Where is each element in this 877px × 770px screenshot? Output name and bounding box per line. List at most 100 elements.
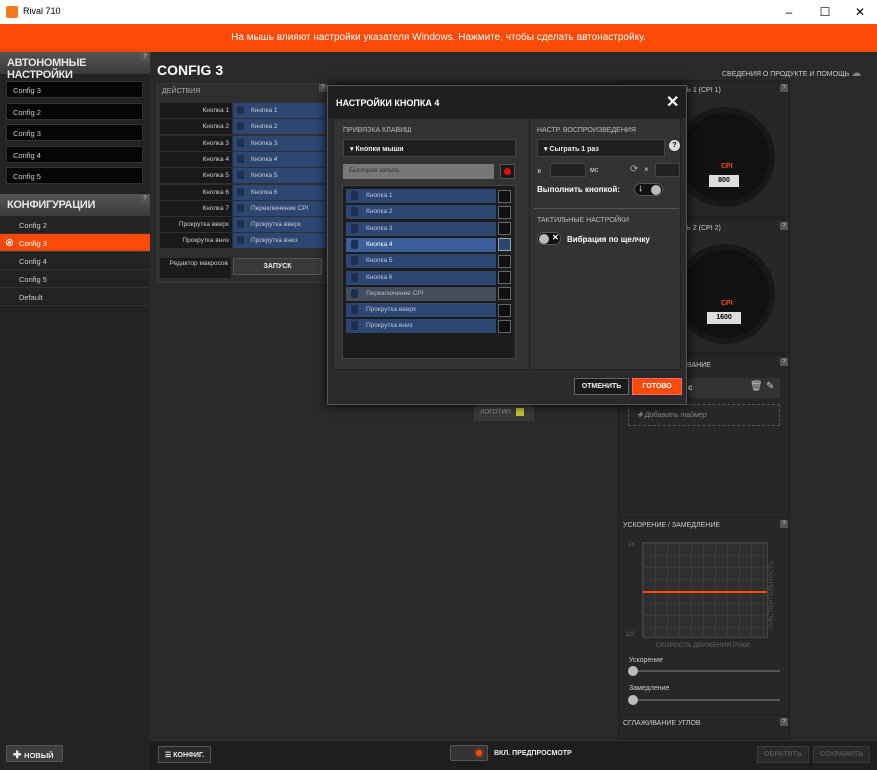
launch-button[interactable]: ЗАПУСК: [233, 258, 322, 275]
mouse-button-item[interactable]: Кнопка 1: [346, 189, 496, 203]
mouse-button-checkbox[interactable]: [498, 189, 511, 203]
action-row[interactable]: Кнопка 2 Кнопка 2: [160, 119, 326, 135]
config-item-label: Config 3: [19, 239, 47, 248]
mouse-button-item[interactable]: Кнопка 6: [346, 270, 496, 285]
graph-y-bottom: 1/2: [626, 632, 635, 638]
dialog-body: ПРИВЯЗКА КЛАВИШ ▾ Кнопки мыши Быстрая за…: [333, 118, 681, 370]
playback-value: Сыграть 1 раз: [549, 146, 599, 153]
new-config-button[interactable]: ✚ НОВЫЙ: [6, 745, 63, 762]
help-icon[interactable]: ?: [141, 53, 149, 61]
config-item[interactable]: Default: [0, 288, 150, 306]
action-binding[interactable]: Прокрутка вниз: [233, 233, 326, 249]
action-binding[interactable]: Кнопка 4: [233, 151, 326, 167]
cancel-button[interactable]: ОТМЕНИТЬ: [574, 378, 629, 395]
support-link[interactable]: СВЕДЕНИЯ О ПРОДУКТЕ И ПОМОЩЬ ☁: [722, 68, 861, 79]
cpi1-gauge[interactable]: CPI 800: [675, 107, 775, 207]
action-row[interactable]: Кнопка 4 Кнопка 4: [160, 151, 326, 167]
preview-toggle[interactable]: [450, 745, 488, 761]
action-binding[interactable]: Прокрутка вверх: [233, 217, 326, 233]
mouse-button-checkbox[interactable]: [498, 271, 511, 284]
angle-snap-panel: СГЛАЖИВАНИЕ УГЛОВ ?: [620, 716, 788, 738]
vibration-toggle[interactable]: ✕: [537, 232, 561, 245]
action-binding[interactable]: Кнопка 5: [233, 168, 326, 184]
help-icon[interactable]: ?: [780, 84, 788, 92]
edit-icon[interactable]: ✎: [766, 381, 774, 392]
action-binding[interactable]: Переключение CPI: [233, 200, 326, 216]
mouse-button-item[interactable]: Кнопка 3: [346, 221, 496, 236]
logo-zone[interactable]: ЛОГОТИП: [474, 404, 534, 421]
cpi1-value[interactable]: 800: [709, 175, 739, 187]
record-button[interactable]: [500, 164, 515, 179]
action-row[interactable]: Прокрутка вниз Прокрутка вниз: [160, 233, 326, 249]
mouse-button-item[interactable]: Кнопка 4: [346, 237, 496, 252]
playback-help-icon[interactable]: ?: [669, 140, 680, 151]
action-binding[interactable]: Кнопка 6: [233, 184, 326, 200]
arrow-down-icon: ↓: [638, 183, 643, 194]
mouse-button-checkbox[interactable]: [498, 287, 511, 301]
mouse-button-checkbox[interactable]: [498, 254, 511, 268]
action-row[interactable]: Кнопка 7 Переключение CPI: [160, 200, 326, 216]
action-row[interactable]: Кнопка 6 Кнопка 6: [160, 184, 326, 200]
action-binding[interactable]: Кнопка 1: [233, 103, 326, 118]
autotune-banner[interactable]: На мышь влияют настройки указателя Windo…: [0, 24, 877, 52]
minimize-button[interactable]: –: [772, 0, 806, 24]
repeat-count-input[interactable]: [655, 163, 680, 177]
help-icon[interactable]: ?: [780, 222, 788, 230]
action-row[interactable]: Кнопка 5 Кнопка 5: [160, 168, 326, 184]
done-button[interactable]: ГОТОВО: [632, 378, 682, 395]
mouse-button-checkbox[interactable]: [498, 222, 511, 236]
decel-slider[interactable]: [628, 695, 780, 705]
binding-type-dropdown[interactable]: ▾ Кнопки мыши: [343, 139, 516, 157]
trash-icon[interactable]: 🗑: [750, 381, 763, 392]
mouse-button-checkbox[interactable]: [498, 205, 511, 219]
revert-button[interactable]: ОБРАТИТЬ: [757, 746, 809, 763]
mouse-button-item[interactable]: Кнопка 2: [346, 205, 496, 220]
config-item[interactable]: Config 5: [0, 270, 150, 288]
help-icon[interactable]: ?: [141, 195, 149, 203]
accel-graph[interactable]: [642, 542, 768, 638]
onboard-slot[interactable]: Config 2: [6, 103, 143, 120]
mouse-button-checkbox[interactable]: [498, 319, 511, 333]
accel-slider[interactable]: [628, 666, 780, 676]
help-icon[interactable]: ?: [780, 718, 788, 726]
accel-header: УСКОРЕНИЕ / ЗАМЕДЛЕНИЕ: [623, 522, 721, 529]
slider-knob[interactable]: [628, 695, 638, 705]
quick-record-field[interactable]: Быстрая запись: [343, 164, 494, 179]
cpi2-gauge[interactable]: CPI 1600: [675, 244, 775, 344]
action-row[interactable]: Прокрутка вверх Прокрутка вверх: [160, 217, 326, 233]
playback-dropdown[interactable]: ▾ Сыграть 1 раз: [537, 139, 665, 157]
execute-toggle[interactable]: ↓: [634, 183, 663, 196]
close-window-button[interactable]: ✕: [843, 0, 877, 24]
mouse-button-checkbox[interactable]: [498, 238, 511, 252]
delay-input[interactable]: [550, 163, 586, 177]
active-radio-icon: [6, 239, 13, 246]
action-binding[interactable]: Кнопка 2: [233, 119, 326, 135]
add-timer-button[interactable]: ✚ Добавить таймер: [628, 404, 780, 426]
action-row[interactable]: Кнопка 1 Кнопка 1: [160, 103, 326, 118]
help-icon[interactable]: ?: [319, 84, 327, 92]
toggle-knob: [651, 185, 661, 195]
save-button[interactable]: СОХРАНИТЬ: [813, 746, 871, 763]
onboard-slot[interactable]: Config 5: [6, 167, 143, 184]
onboard-slot[interactable]: Config 3: [6, 124, 143, 141]
config-item[interactable]: Config 2: [0, 216, 150, 234]
dialog-close-icon[interactable]: ✕: [666, 92, 679, 112]
playback-label: НАСТР. ВОСПРОИЗВЕДЕНИЯ: [537, 127, 636, 134]
help-icon[interactable]: ?: [780, 520, 788, 528]
slider-knob[interactable]: [628, 666, 638, 676]
config-item-active[interactable]: Config 3: [0, 234, 150, 252]
help-icon[interactable]: ?: [780, 358, 788, 366]
onboard-slot[interactable]: Config 3: [6, 81, 143, 98]
mouse-button-item[interactable]: Кнопка 5: [346, 254, 496, 269]
mouse-button-item[interactable]: Переключение CPI: [346, 286, 496, 301]
config-button[interactable]: ☰ КОНФИГ.: [158, 746, 212, 763]
cpi2-value[interactable]: 1600: [707, 312, 741, 324]
mouse-button-checkbox[interactable]: [498, 303, 511, 317]
mouse-button-item[interactable]: Прокрутка вниз: [346, 319, 496, 334]
config-item[interactable]: Config 4: [0, 252, 150, 270]
mouse-button-item[interactable]: Прокрутка вверх: [346, 303, 496, 318]
onboard-slot[interactable]: Config 4: [6, 146, 143, 163]
maximize-button[interactable]: ☐: [808, 0, 842, 24]
action-row[interactable]: Кнопка 3 Кнопка 3: [160, 135, 326, 151]
action-binding[interactable]: Кнопка 3: [233, 135, 326, 151]
